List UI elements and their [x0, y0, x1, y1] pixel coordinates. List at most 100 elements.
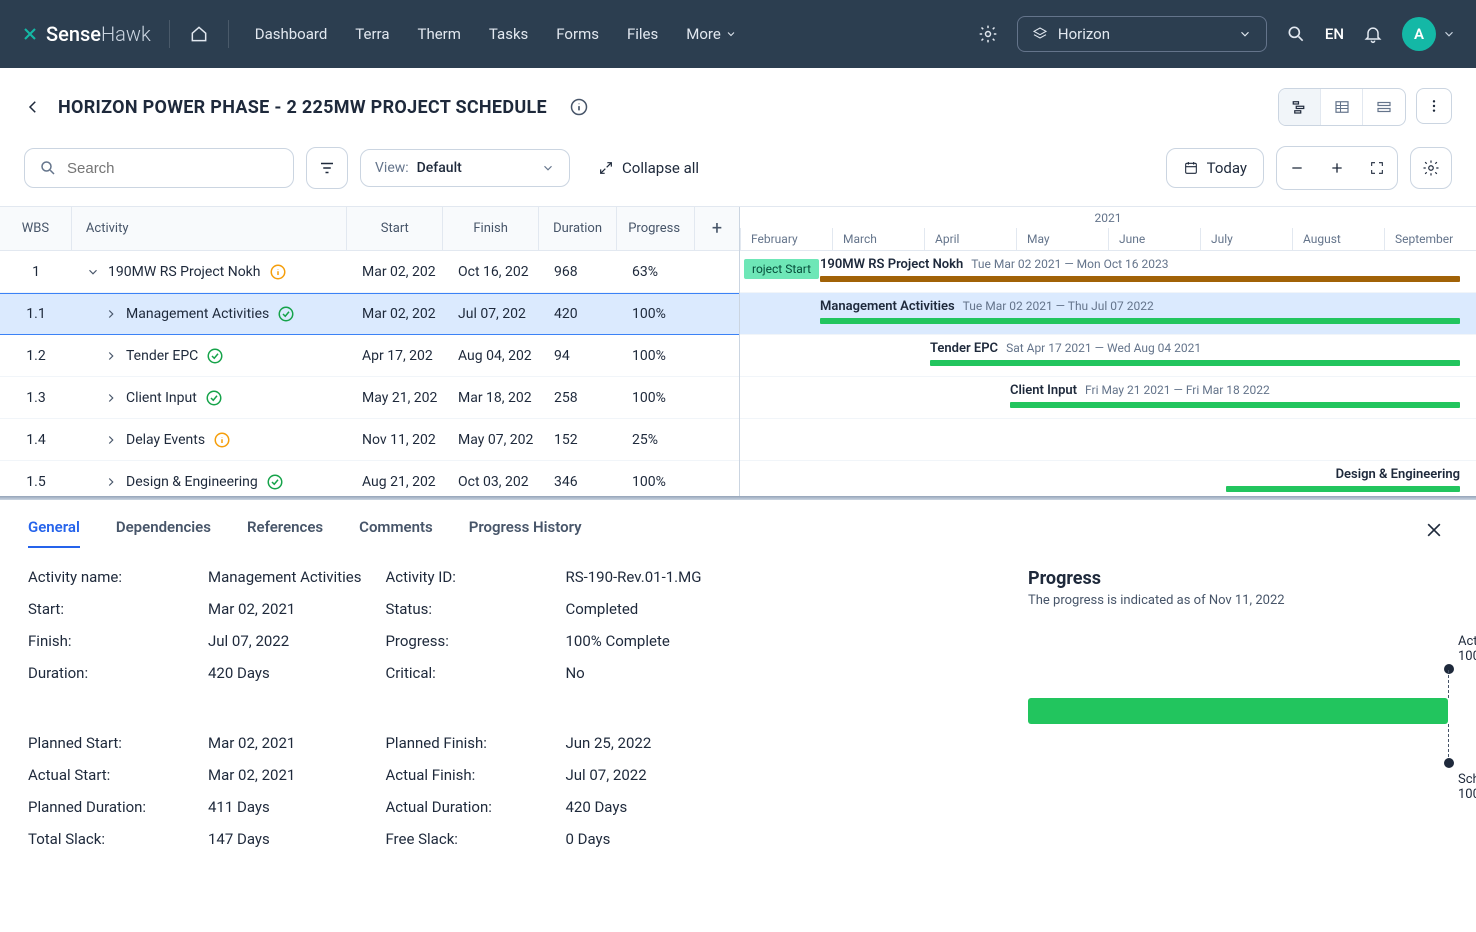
gantt-row[interactable]: Tender EPCSat Apr 17 2021 — Wed Aug 04 2… — [740, 335, 1476, 377]
table-row[interactable]: 1190MW RS Project NokhMar 02, 202Oct 16,… — [0, 251, 739, 293]
tab-dependencies[interactable]: Dependencies — [116, 518, 211, 548]
gantt-bar[interactable] — [820, 276, 1460, 282]
expand-icon[interactable] — [104, 307, 118, 321]
tab-general[interactable]: General — [28, 518, 80, 548]
nav-dashboard[interactable]: Dashboard — [255, 25, 328, 43]
gantt-bar[interactable] — [1010, 402, 1460, 408]
col-start[interactable]: Start — [347, 207, 443, 250]
field-value: 147 Days — [208, 830, 361, 848]
logo[interactable]: SenseHawk — [20, 22, 151, 46]
milestone-marker[interactable]: roject Start — [744, 259, 819, 279]
close-detail-button[interactable] — [1424, 520, 1444, 540]
expand-icon[interactable] — [104, 475, 118, 489]
today-button[interactable]: Today — [1166, 148, 1264, 188]
gantt-settings-button[interactable] — [1410, 147, 1452, 189]
bell-icon[interactable] — [1362, 23, 1384, 45]
col-activity[interactable]: Activity — [72, 207, 347, 250]
nav-files[interactable]: Files — [627, 25, 658, 43]
cell-duration: 258 — [540, 390, 618, 406]
home-icon[interactable] — [188, 23, 210, 45]
gantt-chart[interactable]: 2021 FebruaryMarchAprilMayJuneJulyAugust… — [740, 207, 1476, 496]
collapse-all-button[interactable]: Collapse all — [598, 159, 699, 177]
user-menu[interactable]: A — [1402, 17, 1456, 51]
cell-wbs: 1.4 — [0, 432, 72, 448]
expand-icon[interactable] — [86, 265, 100, 279]
info-icon — [269, 263, 287, 281]
asset-selector[interactable]: Horizon — [1017, 16, 1267, 52]
tab-references[interactable]: References — [247, 518, 323, 548]
settings-icon[interactable] — [977, 23, 999, 45]
expand-icon[interactable] — [104, 349, 118, 363]
field-label: Critical: — [385, 664, 565, 682]
table-row[interactable]: 1.1Management ActivitiesMar 02, 202Jul 0… — [0, 293, 739, 335]
gantt-row[interactable] — [740, 419, 1476, 461]
detail-col-left: Activity name:Management Activities Star… — [28, 568, 361, 848]
cell-start: Mar 02, 202 — [348, 306, 444, 322]
gantt-timeline-header: 2021 FebruaryMarchAprilMayJuneJulyAugust… — [740, 207, 1476, 251]
chevron-down-icon — [1238, 27, 1252, 41]
gantt-bar[interactable] — [820, 318, 1460, 324]
nav-terra[interactable]: Terra — [355, 25, 389, 43]
zoom-in-button[interactable] — [1317, 147, 1357, 189]
field-label: Actual Duration: — [385, 798, 565, 816]
cell-duration: 346 — [540, 474, 618, 490]
field-label: Activity name: — [28, 568, 208, 586]
chevron-down-icon — [725, 28, 737, 40]
divider — [228, 20, 229, 48]
filter-button[interactable] — [306, 147, 348, 189]
cell-start: Aug 21, 202 — [348, 474, 444, 490]
col-wbs[interactable]: WBS — [0, 207, 72, 250]
gantt-bar-label: Client InputFri May 21 2021 — Fri Mar 18… — [1010, 383, 1270, 398]
fullscreen-button[interactable] — [1357, 147, 1397, 189]
field-label: Status: — [385, 600, 565, 618]
view-list-button[interactable] — [1363, 89, 1405, 125]
cell-progress: 25% — [618, 432, 696, 448]
expand-icon[interactable] — [104, 433, 118, 447]
field-value: No — [565, 664, 701, 682]
gantt-row[interactable]: roject Start190MW RS Project NokhTue Mar… — [740, 251, 1476, 293]
language-switch[interactable]: EN — [1325, 25, 1344, 43]
nav-therm[interactable]: Therm — [418, 25, 461, 43]
search-icon[interactable] — [1285, 23, 1307, 45]
field-label: Progress: — [385, 632, 565, 650]
cell-duration: 152 — [540, 432, 618, 448]
search-input[interactable] — [67, 160, 279, 177]
gantt-bar[interactable] — [930, 360, 1460, 366]
gantt-month: July — [1200, 228, 1292, 250]
activity-name: Tender EPC — [126, 348, 198, 364]
tab-comments[interactable]: Comments — [359, 518, 433, 548]
cell-wbs: 1.1 — [0, 306, 72, 322]
col-finish[interactable]: Finish — [443, 207, 539, 250]
add-column-button[interactable]: + — [695, 207, 739, 250]
view-table-button[interactable] — [1321, 89, 1363, 125]
gantt-bar[interactable] — [1226, 486, 1460, 492]
table-row[interactable]: 1.3Client InputMay 21, 202Mar 18, 202258… — [0, 377, 739, 419]
nav-more[interactable]: More — [686, 25, 737, 43]
search-box[interactable] — [24, 148, 294, 188]
zoom-out-button[interactable] — [1277, 147, 1317, 189]
view-gantt-button[interactable] — [1279, 89, 1321, 125]
activity-progress-label: Activity100% — [1458, 634, 1476, 664]
gantt-bar-label: 190MW RS Project NokhTue Mar 02 2021 — M… — [820, 257, 1168, 272]
schedule-progress-label: Schedule100% — [1458, 772, 1476, 802]
cell-activity: Delay Events — [72, 431, 348, 449]
gantt-row[interactable]: Design & Engineering — [740, 461, 1476, 496]
nav-tasks[interactable]: Tasks — [489, 25, 528, 43]
table-row[interactable]: 1.5Design & EngineeringAug 21, 202Oct 03… — [0, 461, 739, 496]
progress-bar — [1028, 698, 1448, 724]
more-actions-button[interactable] — [1416, 88, 1452, 124]
table-row[interactable]: 1.4Delay EventsNov 11, 202May 07, 202152… — [0, 419, 739, 461]
gantt-row[interactable]: Management ActivitiesTue Mar 02 2021 — T… — [740, 293, 1476, 335]
table-row[interactable]: 1.2Tender EPCApr 17, 202Aug 04, 20294100… — [0, 335, 739, 377]
col-progress[interactable]: Progress — [617, 207, 695, 250]
tab-progress-history[interactable]: Progress History — [469, 518, 582, 548]
gantt-row[interactable]: Client InputFri May 21 2021 — Fri Mar 18… — [740, 377, 1476, 419]
field-value: Mar 02, 2021 — [208, 600, 361, 618]
info-icon[interactable] — [569, 97, 589, 117]
view-select[interactable]: View: Default — [360, 149, 570, 187]
col-duration[interactable]: Duration — [539, 207, 617, 250]
back-button[interactable] — [24, 98, 42, 116]
expand-icon[interactable] — [104, 391, 118, 405]
nav-forms[interactable]: Forms — [556, 25, 599, 43]
view-select-value: Default — [417, 160, 462, 176]
